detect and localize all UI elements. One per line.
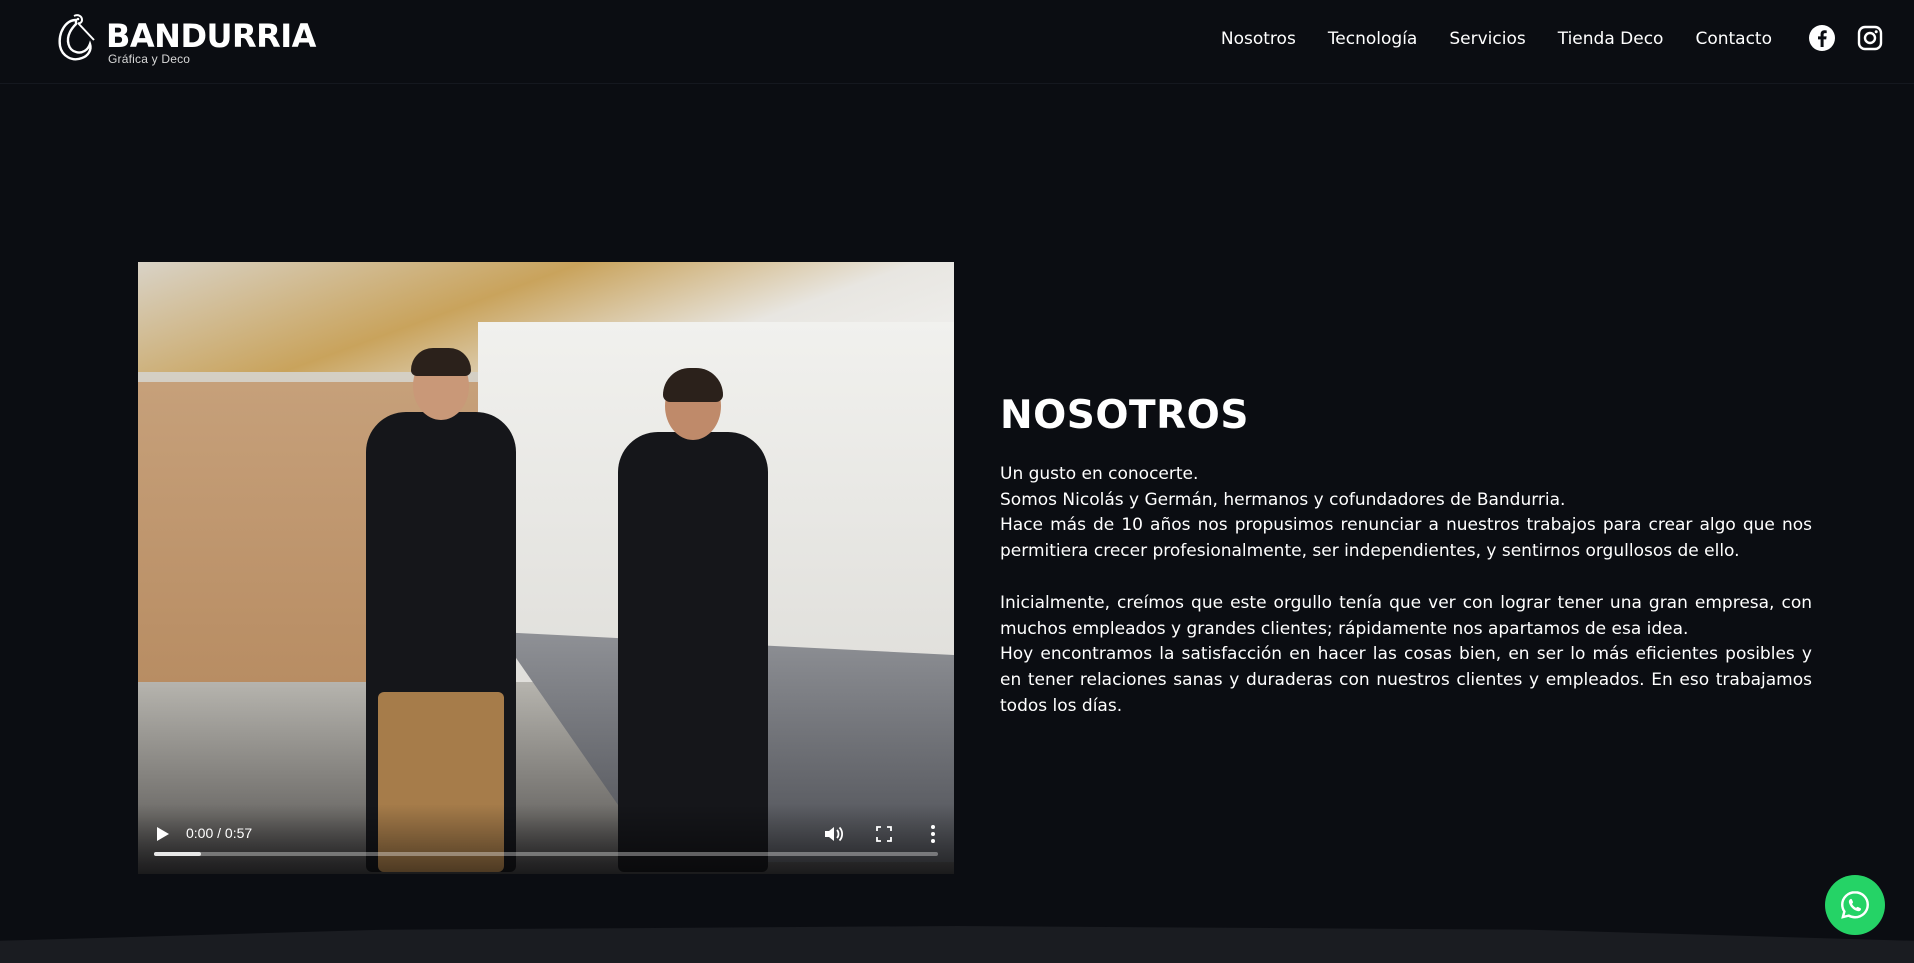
nav-item-servicios[interactable]: Servicios	[1449, 29, 1525, 49]
section-title: NOSOTROS	[1000, 393, 1249, 438]
brand-tagline: Gráfica y Deco	[108, 52, 191, 66]
brand-logo[interactable]: BANDURRIA Gráfica y Deco	[48, 10, 316, 70]
video-person-left	[366, 348, 516, 872]
site-header: BANDURRIA Gráfica y Deco Nosotros Tecnol…	[0, 0, 1914, 84]
video-time: 0:00 / 0:57	[186, 825, 253, 841]
video-controls: 0:00 / 0:57	[138, 804, 954, 874]
nav-item-contacto[interactable]: Contacto	[1695, 29, 1772, 49]
about-initial-idea: Inicialmente, creímos que este orgullo t…	[1000, 592, 1812, 639]
video-progress-fill	[154, 852, 202, 856]
fullscreen-icon[interactable]	[876, 826, 892, 842]
nav-item-nosotros[interactable]: Nosotros	[1221, 29, 1296, 49]
about-today: Hoy encontramos la satisfacción en hacer…	[1000, 644, 1812, 716]
section-divider	[0, 926, 1914, 963]
social-links	[1808, 24, 1884, 52]
about-greeting: Un gusto en conocerte.	[1000, 464, 1199, 484]
instagram-icon[interactable]	[1856, 24, 1884, 52]
video-progress-bar[interactable]	[154, 852, 938, 856]
about-founders: Somos Nicolás y Germán, hermanos y cofun…	[1000, 489, 1566, 510]
whatsapp-icon	[1841, 891, 1869, 919]
about-section: NOSOTROS Un gusto en conocerte. Somos Ni…	[1000, 388, 1812, 719]
more-options-icon[interactable]	[930, 824, 936, 844]
nav-item-tecnologia[interactable]: Tecnología	[1328, 29, 1418, 49]
whatsapp-button[interactable]	[1825, 875, 1885, 935]
play-icon[interactable]	[156, 826, 170, 842]
main-nav: Nosotros Tecnología Servicios Tienda Dec…	[1221, 24, 1772, 54]
about-origin: Hace más de 10 años nos propusimos renun…	[1000, 515, 1812, 562]
bird-logo-icon	[58, 14, 95, 61]
volume-icon[interactable]	[824, 825, 844, 843]
nav-item-tienda-deco[interactable]: Tienda Deco	[1558, 29, 1664, 49]
facebook-icon[interactable]	[1808, 24, 1836, 52]
about-video-player[interactable]: 0:00 / 0:57	[138, 262, 954, 874]
brand-name: BANDURRIA	[106, 17, 316, 55]
